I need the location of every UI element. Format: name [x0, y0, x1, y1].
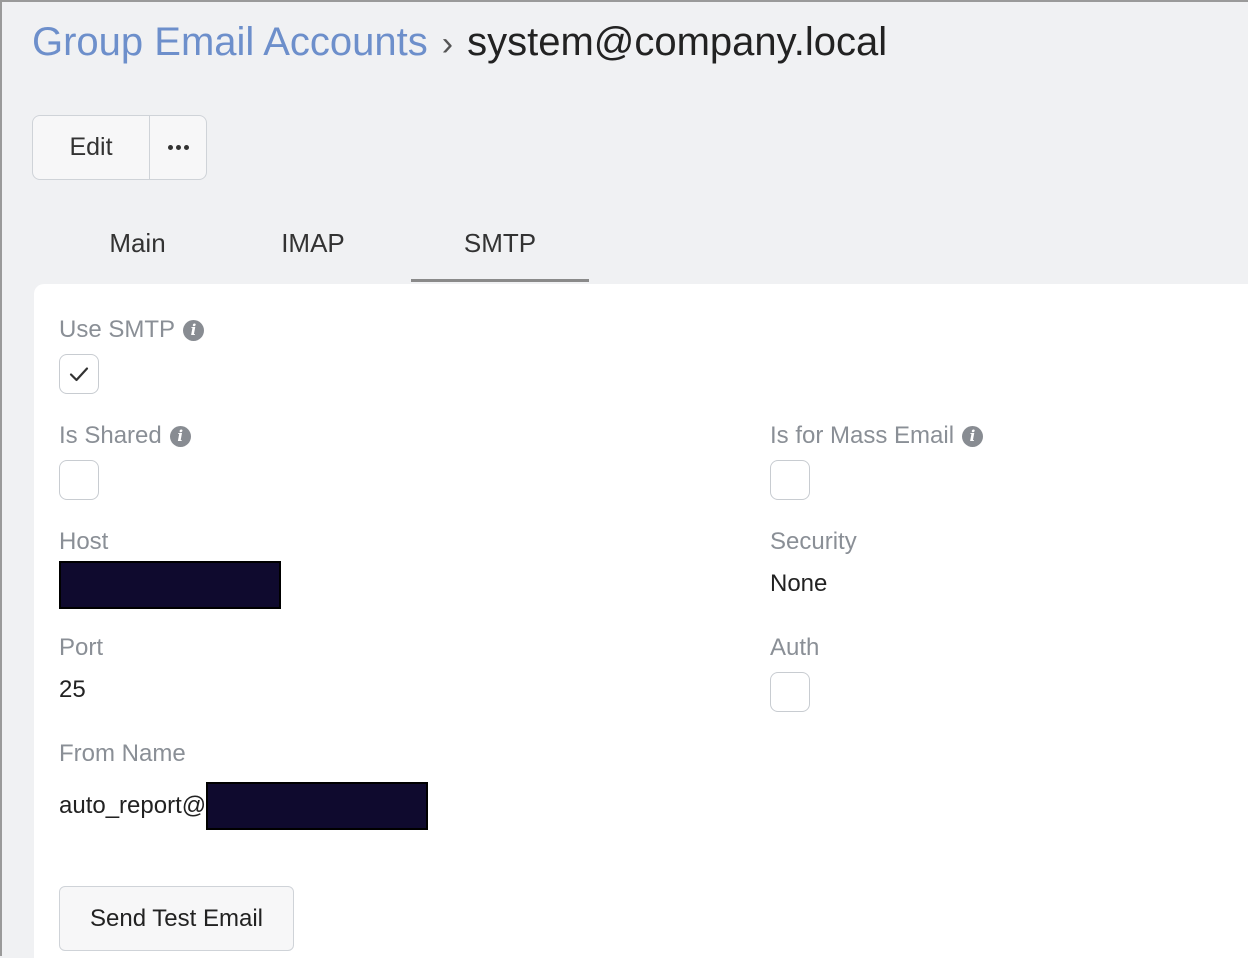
from-name-label: From Name: [59, 740, 186, 767]
page-title: system@company.local: [467, 20, 888, 64]
tab-main[interactable]: Main: [60, 220, 215, 282]
breadcrumb-parent-link[interactable]: Group Email Accounts: [32, 20, 428, 64]
tab-smtp[interactable]: SMTP: [411, 220, 589, 282]
record-actions: Edit: [32, 115, 207, 180]
auth-label: Auth: [770, 634, 820, 661]
smtp-panel: Use SMTP i Is Shared i Is for Mass Email…: [34, 284, 1248, 958]
use-smtp-field: Use SMTP i: [59, 314, 205, 394]
is-shared-field: Is Shared i: [59, 420, 191, 500]
mass-email-label: Is for Mass Email: [770, 422, 955, 449]
mass-email-checkbox[interactable]: [770, 460, 810, 500]
more-actions-button[interactable]: [150, 116, 206, 179]
ellipsis-horizontal-icon: [167, 145, 189, 150]
port-value: 25: [59, 676, 86, 703]
host-field: Host: [59, 526, 281, 609]
from-name-value: auto_report@: [59, 792, 207, 819]
host-label: Host: [59, 528, 109, 555]
tab-imap[interactable]: IMAP: [215, 220, 411, 282]
info-icon[interactable]: i: [962, 425, 984, 447]
security-label: Security: [770, 528, 857, 555]
from-name-field: From Name auto_report@: [59, 738, 429, 830]
info-icon[interactable]: i: [169, 425, 191, 447]
info-icon[interactable]: i: [183, 319, 205, 341]
checkmark-icon: [69, 367, 89, 382]
tab-bar: Main IMAP SMTP: [60, 220, 589, 282]
use-smtp-label: Use SMTP: [59, 316, 176, 343]
send-test-email-button[interactable]: Send Test Email: [59, 886, 294, 951]
host-value-redacted: [59, 561, 281, 609]
use-smtp-checkbox[interactable]: [59, 354, 99, 394]
auth-checkbox[interactable]: [770, 672, 810, 712]
from-name-redacted: [206, 782, 429, 830]
is-shared-label: Is Shared: [59, 422, 162, 449]
port-field: Port 25: [59, 632, 103, 704]
mass-email-field: Is for Mass Email i: [770, 420, 984, 500]
breadcrumb: Group Email Accounts › system@company.loca…: [32, 16, 887, 70]
edit-button[interactable]: Edit: [33, 116, 150, 179]
app-window: Group Email Accounts › system@company.loca…: [0, 0, 1248, 958]
is-shared-checkbox[interactable]: [59, 460, 99, 500]
security-value: None: [770, 570, 828, 597]
security-field: Security None: [770, 526, 857, 598]
port-label: Port: [59, 634, 104, 661]
auth-field: Auth: [770, 632, 819, 712]
breadcrumb-separator-icon: ›: [441, 25, 454, 63]
